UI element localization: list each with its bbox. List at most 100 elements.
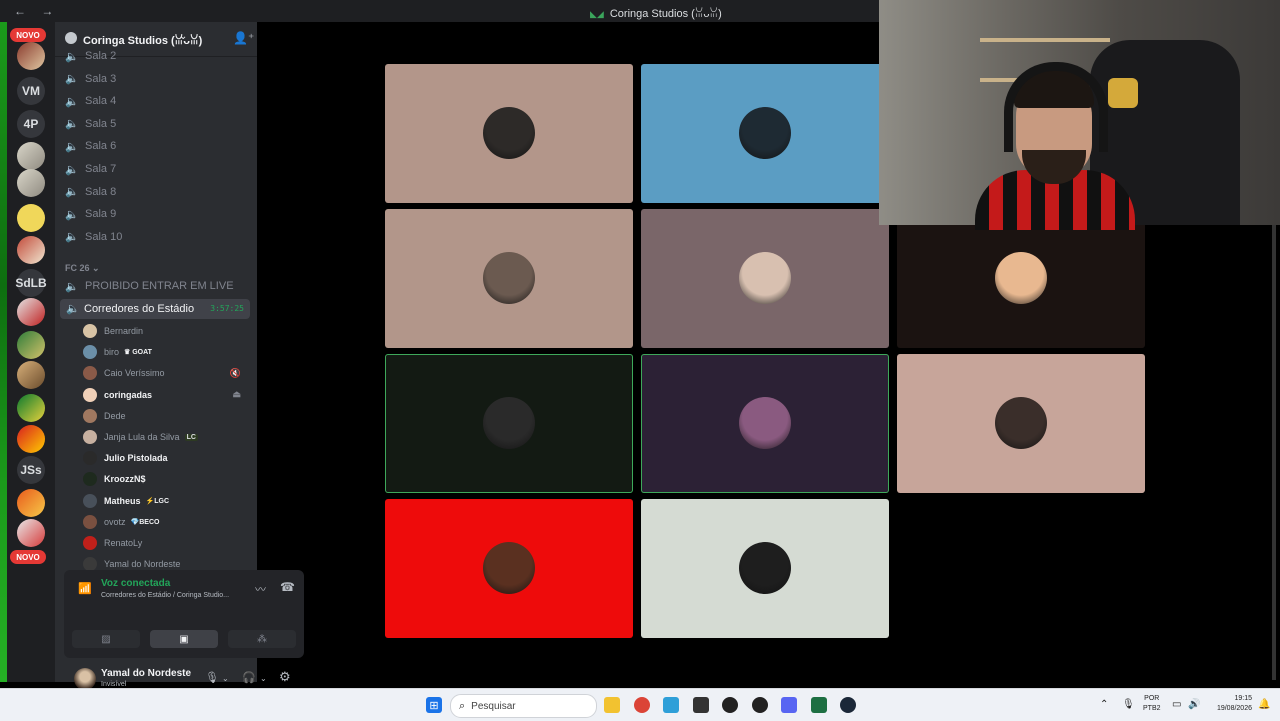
voice-user-row[interactable]: KroozzN$ [83,469,247,489]
scrollbar[interactable] [1272,225,1276,680]
server-icon[interactable] [17,489,45,517]
share-screen-button[interactable]: ▣ [150,630,218,648]
voice-channel-item[interactable]: 🔈 Sala 2 [63,46,249,66]
channel-label: Sala 9 [85,208,117,221]
app-icon[interactable] [752,697,768,713]
voice-channel-item[interactable]: 🔈 Sala 9 [63,204,249,224]
server-icon[interactable] [17,425,45,453]
channel-label: Sala 5 [85,117,117,130]
voice-user-row[interactable]: Bernardin [83,321,247,341]
avatar [83,345,97,360]
voice-user-row[interactable]: biro ♛ GOAT [83,342,247,362]
voice-user-row[interactable]: Caio Veríssimo 🔇 [83,363,247,383]
voice-user-row[interactable]: ovotz 💎BECO [83,512,247,532]
server-icon[interactable] [17,519,45,547]
server-icon[interactable] [17,394,45,422]
gear-icon[interactable]: ⚙ [279,669,291,685]
server-icon[interactable]: JSs [17,456,45,484]
server-icon[interactable]: 4P [17,110,45,138]
server-icon[interactable] [17,298,45,326]
voice-channel-item[interactable]: 🔈 Sala 4 [63,91,249,111]
voice-status-title[interactable]: Voz conectada [101,578,170,589]
voice-user-row[interactable]: Julio Pistolada [83,448,247,468]
chrome-icon[interactable] [634,697,650,713]
voice-channel-item[interactable]: 🔈 Sala 3 [63,69,249,89]
server-icon[interactable] [17,169,45,197]
server-icon[interactable] [17,361,45,389]
video-tile[interactable] [641,354,889,493]
video-tile[interactable] [641,64,889,203]
voice-user-row[interactable]: coringadas ⏏ [83,385,247,405]
activities-button[interactable]: ⁂ [228,630,296,648]
category-label[interactable]: FC 26 ⌄ [65,263,100,274]
voice-channel-item[interactable]: 🔈 Sala 6 [63,136,249,156]
noise-suppression-icon[interactable]: 〰 [255,581,266,597]
chevron-down-icon[interactable]: ⌄ [260,674,267,683]
participant-avatar [483,397,535,449]
video-tile[interactable] [641,209,889,348]
video-tile[interactable] [385,354,633,493]
voice-channel-item[interactable]: 🔈 Sala 10 [63,227,249,247]
user-name[interactable]: Yamal do Nordeste [101,668,191,679]
app-icon[interactable] [693,697,709,713]
video-tile[interactable] [385,499,633,638]
user-name: Janja Lula da Silva [104,432,180,442]
server-icon[interactable] [17,331,45,359]
server-icon[interactable] [17,42,45,70]
taskbar-search[interactable]: ⌕ Pesquisar [450,694,597,718]
headphones-icon[interactable]: 🎧 [242,671,256,684]
server-icon[interactable]: SdLB [15,269,47,297]
participant-avatar [483,542,535,594]
windows-start-icon[interactable]: ⊞ [426,697,442,713]
server-icon[interactable] [17,236,45,264]
voice-user-row[interactable]: Matheus ⚡LGC [83,491,247,511]
signal-icon[interactable]: 📶 [78,582,92,595]
steam-icon[interactable] [840,697,856,713]
channel-proibido[interactable]: 🔈 PROIBIDO ENTRAR EM LIVE [63,276,249,296]
active-voice-channel[interactable]: 🔈 Corredores do Estádio 3:57:25 [60,299,250,319]
streaming-icon: ⏏ [232,389,241,400]
avatar [83,493,97,508]
volume-icon[interactable]: 🔊 [1188,699,1200,710]
file-explorer-icon[interactable] [604,697,620,713]
server-icon[interactable] [17,142,45,170]
avatar [83,324,97,338]
video-tile[interactable] [385,209,633,348]
notification-bell-icon[interactable]: 🔔 [1258,699,1270,710]
microphone-tray-icon[interactable]: 🎙 [1122,699,1135,710]
network-icon[interactable]: ▭ [1172,699,1181,710]
server-icon[interactable] [17,204,45,232]
server-icon[interactable]: VM [17,77,45,105]
channel-label: Sala 6 [85,140,117,153]
voice-user-row[interactable]: Dede [83,406,247,426]
avatar[interactable] [74,668,96,690]
user-tag: LC [184,433,198,441]
voice-channel-item[interactable]: 🔈 Sala 5 [63,114,249,134]
camera-off-button[interactable]: ▨ [72,630,140,648]
language-code: POR [1144,695,1160,702]
chevron-up-icon[interactable]: ⌃ [1100,699,1108,710]
clock[interactable]: 19:15 19/08/2026 [1206,694,1252,714]
voice-user-row[interactable]: RenatoLy [83,533,247,553]
video-tile[interactable] [385,64,633,203]
video-tile[interactable] [897,354,1145,493]
language-indicator[interactable]: POR PTB2 [1143,694,1161,714]
channel-label: Sala 4 [85,95,117,108]
invite-icon[interactable]: 👤⁺ [233,31,254,45]
video-tile[interactable] [641,499,889,638]
voice-user-row[interactable]: Janja Lula da Silva LC [83,427,247,447]
chevron-down-icon[interactable]: ⌄ [179,31,187,42]
user-name: Bernardin [104,326,144,336]
obs-icon[interactable] [722,697,738,713]
disconnect-icon[interactable]: ☎ [280,580,295,594]
microphone-icon[interactable]: 🎙 [205,671,219,684]
discord-icon[interactable] [781,697,797,713]
nav-arrows[interactable]: ← → [14,4,59,18]
voice-channel-item[interactable]: 🔈 Sala 8 [63,182,249,202]
app-icon[interactable] [663,697,679,713]
server-icon [65,32,77,44]
voice-channel-item[interactable]: 🔈 Sala 7 [63,159,249,179]
excel-icon[interactable] [811,697,827,713]
speaker-icon: 🔈 [65,50,79,63]
chevron-down-icon[interactable]: ⌄ [222,674,229,683]
